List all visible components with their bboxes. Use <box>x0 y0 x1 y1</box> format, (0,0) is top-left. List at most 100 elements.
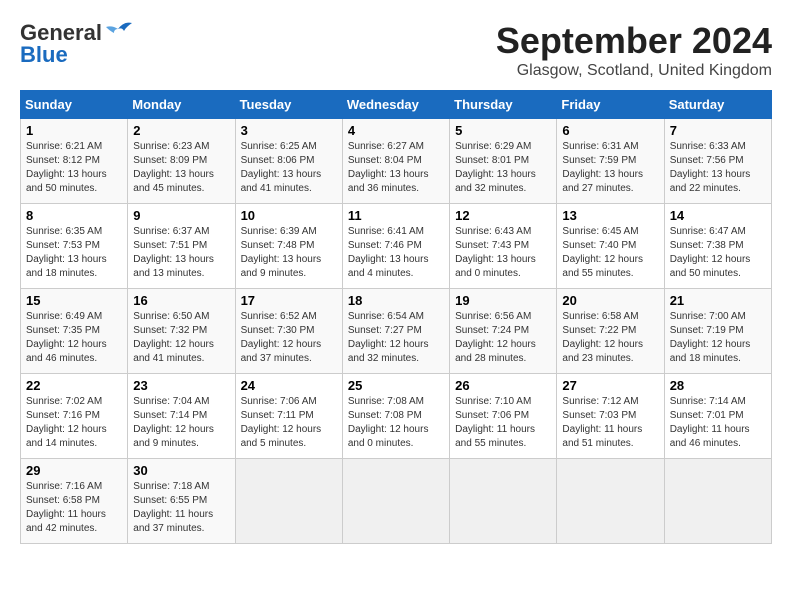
calendar-cell <box>235 459 342 544</box>
day-info: Sunrise: 7:02 AM Sunset: 7:16 PM Dayligh… <box>26 395 122 451</box>
weekday-header-friday: Friday <box>557 91 664 119</box>
day-number: 14 <box>670 208 766 223</box>
location: Glasgow, Scotland, United Kingdom <box>496 62 772 80</box>
day-number: 27 <box>562 378 658 393</box>
calendar-cell: 12 Sunrise: 6:43 AM Sunset: 7:43 PM Dayli… <box>450 204 557 289</box>
day-info: Sunrise: 6:23 AM Sunset: 8:09 PM Dayligh… <box>133 140 229 196</box>
day-number: 28 <box>670 378 766 393</box>
calendar-week-1: 1Sunrise: 6:21 AM Sunset: 8:12 PM Daylig… <box>21 119 772 204</box>
day-info: Sunrise: 6:37 AM Sunset: 7:51 PM Dayligh… <box>133 225 229 281</box>
calendar-cell: 16Sunrise: 6:50 AM Sunset: 7:32 PM Dayli… <box>128 289 235 374</box>
weekday-header-row: SundayMondayTuesdayWednesdayThursdayFrid… <box>21 91 772 119</box>
weekday-header-sunday: Sunday <box>21 91 128 119</box>
calendar-cell <box>664 459 771 544</box>
weekday-header-wednesday: Wednesday <box>342 91 449 119</box>
calendar-cell: 11 Sunrise: 6:41 AM Sunset: 7:46 PM Dayli… <box>342 204 449 289</box>
day-number: 25 <box>348 378 444 393</box>
day-number: 9 <box>133 208 229 223</box>
calendar-cell: 20 Sunrise: 6:58 AM Sunset: 7:22 PM Dayli… <box>557 289 664 374</box>
day-info: Sunrise: 6:31 AM Sunset: 7:59 PM Dayligh… <box>562 140 658 196</box>
logo-bird-icon <box>104 19 132 39</box>
calendar-cell: 23 Sunrise: 7:04 AM Sunset: 7:14 PM Dayli… <box>128 374 235 459</box>
calendar-cell: 6Sunrise: 6:31 AM Sunset: 7:59 PM Daylig… <box>557 119 664 204</box>
day-number: 17 <box>241 293 337 308</box>
day-info: Sunrise: 7:06 AM Sunset: 7:11 PM Dayligh… <box>241 395 337 451</box>
day-info: Sunrise: 7:14 AM Sunset: 7:01 PM Dayligh… <box>670 395 766 451</box>
day-info: Sunrise: 7:10 AM Sunset: 7:06 PM Dayligh… <box>455 395 551 451</box>
calendar-cell: 4Sunrise: 6:27 AM Sunset: 8:04 PM Daylig… <box>342 119 449 204</box>
calendar-cell <box>342 459 449 544</box>
day-number: 8 <box>26 208 122 223</box>
title-block: September 2024 Glasgow, Scotland, United… <box>496 20 772 80</box>
calendar-cell: 13 Sunrise: 6:45 AM Sunset: 7:40 PM Dayli… <box>557 204 664 289</box>
day-number: 30 <box>133 463 229 478</box>
day-number: 18 <box>348 293 444 308</box>
day-info: Sunrise: 6:56 AM Sunset: 7:24 PM Dayligh… <box>455 310 551 366</box>
day-number: 23 <box>133 378 229 393</box>
day-info: Sunrise: 6:58 AM Sunset: 7:22 PM Dayligh… <box>562 310 658 366</box>
day-info: Sunrise: 6:41 AM Sunset: 7:46 PM Dayligh… <box>348 225 444 281</box>
calendar-cell: 27Sunrise: 7:12 AM Sunset: 7:03 PM Dayli… <box>557 374 664 459</box>
calendar-cell <box>557 459 664 544</box>
calendar-cell: 22 Sunrise: 7:02 AM Sunset: 7:16 PM Dayli… <box>21 374 128 459</box>
day-number: 10 <box>241 208 337 223</box>
weekday-header-tuesday: Tuesday <box>235 91 342 119</box>
day-number: 1 <box>26 123 122 138</box>
logo-blue: Blue <box>20 42 68 68</box>
calendar-cell: 15 Sunrise: 6:49 AM Sunset: 7:35 PM Dayli… <box>21 289 128 374</box>
calendar-cell: 24 Sunrise: 7:06 AM Sunset: 7:11 PM Dayli… <box>235 374 342 459</box>
calendar-cell: 8 Sunrise: 6:35 AM Sunset: 7:53 PM Daylig… <box>21 204 128 289</box>
calendar-cell: 25 Sunrise: 7:08 AM Sunset: 7:08 PM Dayli… <box>342 374 449 459</box>
day-info: Sunrise: 6:50 AM Sunset: 7:32 PM Dayligh… <box>133 310 229 366</box>
day-info: Sunrise: 6:49 AM Sunset: 7:35 PM Dayligh… <box>26 310 122 366</box>
calendar-cell: 18 Sunrise: 6:54 AM Sunset: 7:27 PM Dayli… <box>342 289 449 374</box>
day-number: 19 <box>455 293 551 308</box>
calendar-cell: 28 Sunrise: 7:14 AM Sunset: 7:01 PM Dayli… <box>664 374 771 459</box>
calendar-week-5: 29 Sunrise: 7:16 AM Sunset: 6:58 PM Dayli… <box>21 459 772 544</box>
calendar-cell: 5Sunrise: 6:29 AM Sunset: 8:01 PM Daylig… <box>450 119 557 204</box>
page-header: General Blue September 2024 Glasgow, Sco… <box>20 20 772 80</box>
day-number: 2 <box>133 123 229 138</box>
calendar-cell: 2 Sunrise: 6:23 AM Sunset: 8:09 PM Daylig… <box>128 119 235 204</box>
day-info: Sunrise: 6:25 AM Sunset: 8:06 PM Dayligh… <box>241 140 337 196</box>
calendar-cell: 3 Sunrise: 6:25 AM Sunset: 8:06 PM Daylig… <box>235 119 342 204</box>
day-info: Sunrise: 6:35 AM Sunset: 7:53 PM Dayligh… <box>26 225 122 281</box>
calendar-cell: 9 Sunrise: 6:37 AM Sunset: 7:51 PM Daylig… <box>128 204 235 289</box>
day-info: Sunrise: 7:08 AM Sunset: 7:08 PM Dayligh… <box>348 395 444 451</box>
calendar-cell: 1Sunrise: 6:21 AM Sunset: 8:12 PM Daylig… <box>21 119 128 204</box>
day-number: 13 <box>562 208 658 223</box>
calendar-cell: 17 Sunrise: 6:52 AM Sunset: 7:30 PM Dayli… <box>235 289 342 374</box>
day-number: 24 <box>241 378 337 393</box>
day-number: 29 <box>26 463 122 478</box>
calendar-week-3: 15 Sunrise: 6:49 AM Sunset: 7:35 PM Dayli… <box>21 289 772 374</box>
logo: General Blue <box>20 20 132 68</box>
day-info: Sunrise: 7:16 AM Sunset: 6:58 PM Dayligh… <box>26 480 122 536</box>
day-number: 12 <box>455 208 551 223</box>
weekday-header-thursday: Thursday <box>450 91 557 119</box>
day-number: 3 <box>241 123 337 138</box>
day-info: Sunrise: 6:45 AM Sunset: 7:40 PM Dayligh… <box>562 225 658 281</box>
day-info: Sunrise: 7:04 AM Sunset: 7:14 PM Dayligh… <box>133 395 229 451</box>
calendar-week-4: 22 Sunrise: 7:02 AM Sunset: 7:16 PM Dayli… <box>21 374 772 459</box>
calendar-cell: 10Sunrise: 6:39 AM Sunset: 7:48 PM Dayli… <box>235 204 342 289</box>
month-title: September 2024 <box>496 20 772 62</box>
calendar-cell: 19 Sunrise: 6:56 AM Sunset: 7:24 PM Dayli… <box>450 289 557 374</box>
day-info: Sunrise: 6:52 AM Sunset: 7:30 PM Dayligh… <box>241 310 337 366</box>
calendar-cell: 26Sunrise: 7:10 AM Sunset: 7:06 PM Dayli… <box>450 374 557 459</box>
day-info: Sunrise: 6:54 AM Sunset: 7:27 PM Dayligh… <box>348 310 444 366</box>
calendar-cell: 14 Sunrise: 6:47 AM Sunset: 7:38 PM Dayli… <box>664 204 771 289</box>
day-number: 11 <box>348 208 444 223</box>
day-info: Sunrise: 6:43 AM Sunset: 7:43 PM Dayligh… <box>455 225 551 281</box>
calendar-cell: 30Sunrise: 7:18 AM Sunset: 6:55 PM Dayli… <box>128 459 235 544</box>
day-number: 21 <box>670 293 766 308</box>
day-info: Sunrise: 6:47 AM Sunset: 7:38 PM Dayligh… <box>670 225 766 281</box>
calendar-cell: 7Sunrise: 6:33 AM Sunset: 7:56 PM Daylig… <box>664 119 771 204</box>
day-number: 15 <box>26 293 122 308</box>
calendar-table: SundayMondayTuesdayWednesdayThursdayFrid… <box>20 90 772 544</box>
calendar-cell <box>450 459 557 544</box>
day-number: 4 <box>348 123 444 138</box>
calendar-cell: 29 Sunrise: 7:16 AM Sunset: 6:58 PM Dayli… <box>21 459 128 544</box>
day-number: 22 <box>26 378 122 393</box>
day-number: 5 <box>455 123 551 138</box>
day-number: 20 <box>562 293 658 308</box>
